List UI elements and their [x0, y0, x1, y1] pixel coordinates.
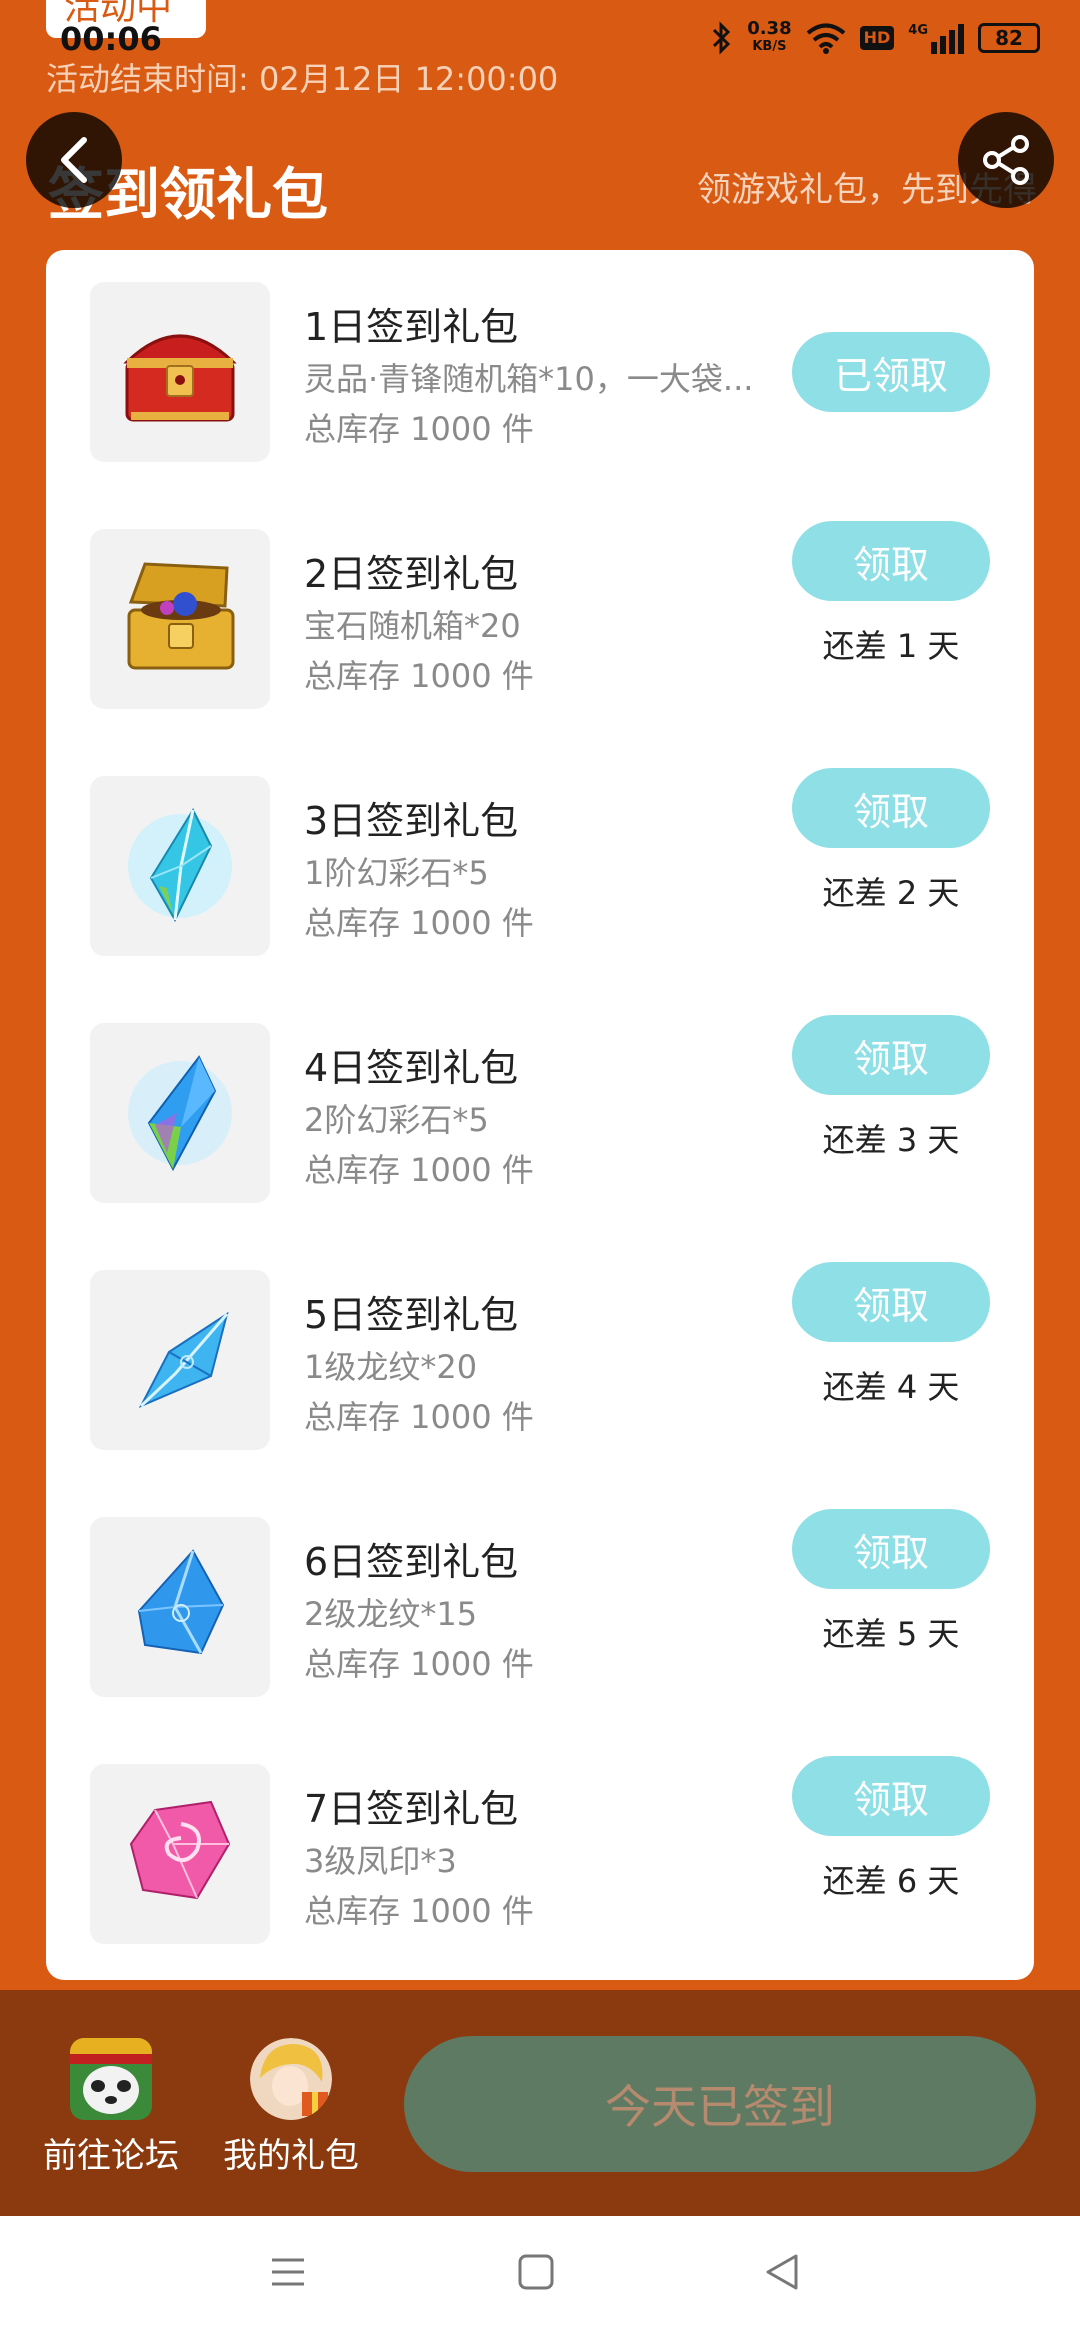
gold-treasure-chest-icon [127, 562, 235, 670]
gift-image [90, 1764, 270, 1944]
gift-image [90, 1517, 270, 1697]
gift-stock: 总库存 1000 件 [304, 657, 534, 695]
gift-title: 3日签到礼包 [304, 799, 519, 843]
bluetooth-icon [713, 21, 731, 55]
my-gifts-shortcut[interactable]: 我的礼包 [216, 2038, 366, 2177]
menu-icon[interactable] [268, 2252, 308, 2292]
share-button[interactable] [958, 112, 1054, 208]
days-remaining: 还差 6 天 [822, 1862, 960, 1900]
gift-title: 2日签到礼包 [304, 552, 519, 596]
claim-button[interactable]: 领取 [792, 1015, 990, 1095]
hd-icon: HD [859, 26, 895, 50]
gift-description: 2阶幻彩石*5 [304, 1101, 489, 1139]
activity-end-time: 活动结束时间: 02月12日 12:00:00 [46, 60, 559, 98]
battery-icon: 82 [978, 23, 1040, 53]
gift-item: 7日签到礼包 3级凤印*3 总库存 1000 件 领取 还差 6 天 [46, 1732, 1034, 1979]
status-time: 00:06 [60, 20, 162, 58]
blue-gem-icon [137, 1549, 225, 1655]
gift-item: 5日签到礼包 1级龙纹*20 总库存 1000 件 领取 还差 4 天 [46, 1238, 1034, 1485]
claim-button[interactable]: 领取 [792, 521, 990, 601]
claim-button[interactable]: 领取 [792, 768, 990, 848]
days-remaining: 还差 5 天 [822, 1615, 960, 1653]
gift-stock: 总库存 1000 件 [304, 1151, 534, 1189]
share-icon [983, 135, 1029, 185]
forum-game-avatar-icon [70, 2038, 152, 2120]
claim-button[interactable]: 领取 [792, 1509, 990, 1589]
gift-list-card: 1日签到礼包 灵品·青锋随机箱*10，一大袋... 总库存 1000 件 已领取… [46, 250, 1034, 1980]
gift-item: 2日签到礼包 宝石随机箱*20 总库存 1000 件 领取 还差 1 天 [46, 497, 1034, 744]
status-icons: 0.38 KB/S HD 4G 82 [711, 18, 1040, 58]
gift-image [90, 282, 270, 462]
claimed-button[interactable]: 已领取 [792, 332, 990, 412]
forum-shortcut[interactable]: 前往论坛 [36, 2038, 186, 2177]
gift-item: 1日签到礼包 灵品·青锋随机箱*10，一大袋... 总库存 1000 件 已领取 [46, 250, 1034, 497]
days-remaining: 还差 3 天 [822, 1121, 960, 1159]
days-remaining: 还差 1 天 [822, 627, 960, 665]
gift-description: 灵品·青锋随机箱*10，一大袋... [304, 360, 754, 398]
gift-stock: 总库存 1000 件 [304, 410, 534, 448]
back-nav-icon[interactable] [762, 2252, 802, 2292]
red-treasure-chest-icon [123, 334, 237, 422]
gift-image [90, 1023, 270, 1203]
signal-icon: 4G [908, 22, 964, 54]
gift-item: 3日签到礼包 1阶幻彩石*5 总库存 1000 件 领取 还差 2 天 [46, 744, 1034, 991]
pink-gem-icon [129, 1800, 231, 1900]
gift-description: 3级凤印*3 [304, 1842, 457, 1880]
gift-title: 5日签到礼包 [304, 1293, 519, 1337]
my-gifts-label: 我的礼包 [223, 2136, 359, 2176]
gift-title: 1日签到礼包 [304, 305, 519, 349]
bottom-action-bar: 前往论坛 我的礼包 今天已签到 [0, 1990, 1080, 2216]
gift-stock: 总库存 1000 件 [304, 1398, 534, 1436]
system-navigation-bar [0, 2216, 1080, 2340]
rainbow-crystal-icon [128, 1055, 232, 1172]
days-remaining: 还差 4 天 [822, 1368, 960, 1406]
gift-description: 宝石随机箱*20 [304, 607, 521, 645]
claim-button[interactable]: 领取 [792, 1262, 990, 1342]
gift-description: 1级龙纹*20 [304, 1348, 478, 1386]
chevron-left-icon [61, 137, 87, 183]
gift-image [90, 1270, 270, 1450]
signed-today-button[interactable]: 今天已签到 [404, 2036, 1036, 2172]
claim-button[interactable]: 领取 [792, 1756, 990, 1836]
gift-stock: 总库存 1000 件 [304, 1645, 534, 1683]
gift-description: 2级龙纹*15 [304, 1595, 478, 1633]
days-remaining: 还差 2 天 [822, 874, 960, 912]
wifi-icon [806, 23, 845, 54]
gift-stock: 总库存 1000 件 [304, 1892, 534, 1930]
network-speed: 0.38 KB/S [747, 18, 792, 55]
my-gifts-avatar-icon [250, 2038, 332, 2120]
gift-item: 6日签到礼包 2级龙纹*15 总库存 1000 件 领取 还差 5 天 [46, 1485, 1034, 1732]
gift-image [90, 776, 270, 956]
home-icon[interactable] [516, 2252, 556, 2292]
gift-item: 4日签到礼包 2阶幻彩石*5 总库存 1000 件 领取 还差 3 天 [46, 991, 1034, 1238]
forum-label: 前往论坛 [43, 2136, 179, 2176]
blue-shard-icon [138, 1311, 229, 1409]
gift-title: 7日签到礼包 [304, 1787, 519, 1831]
gift-stock: 总库存 1000 件 [304, 904, 534, 942]
back-button[interactable] [26, 112, 122, 208]
gift-title: 6日签到礼包 [304, 1540, 519, 1584]
gift-title: 4日签到礼包 [304, 1046, 519, 1090]
battery-level: 82 [995, 26, 1023, 50]
gift-description: 1阶幻彩石*5 [304, 854, 489, 892]
cyan-crystal-icon [128, 807, 232, 923]
gift-image [90, 529, 270, 709]
